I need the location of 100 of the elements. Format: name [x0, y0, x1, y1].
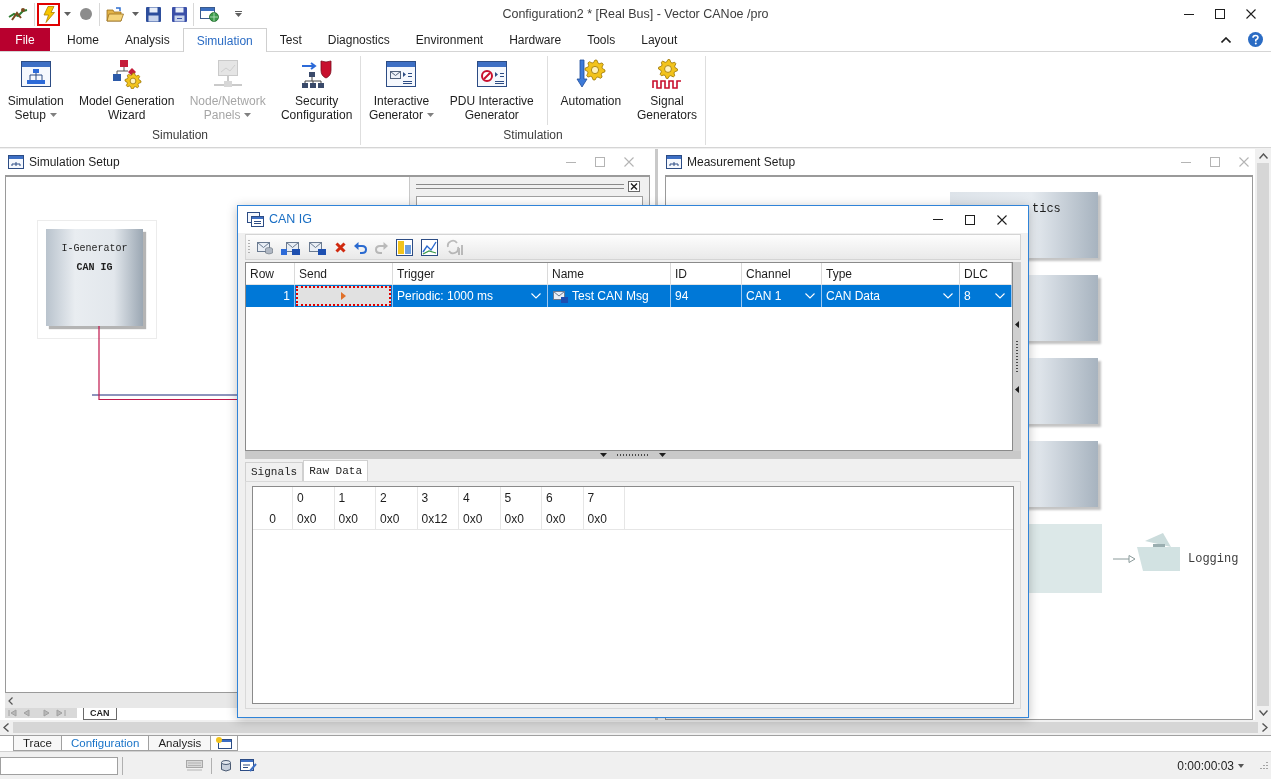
network-window-icon: [20, 61, 51, 87]
window-panel-icon[interactable]: [396, 238, 413, 256]
scroll-down-icon[interactable]: [1258, 710, 1268, 716]
generator-block[interactable]: I-Generator CAN IG: [46, 229, 143, 326]
maximize-icon[interactable]: [965, 214, 975, 225]
new-window-icon[interactable]: [216, 737, 233, 749]
table-cell: 0x0: [499, 508, 541, 529]
vertical-splitter[interactable]: [1013, 262, 1021, 451]
table-row[interactable]: 1 Periodic: 1000 ms Test CAN Msg 94 CAN 1 CAN Data 8: [246, 285, 1012, 307]
group-label: Stimulation: [503, 127, 563, 145]
scroll-right-icon[interactable]: [1262, 723, 1268, 732]
detail-tab[interactable]: Raw Data: [303, 460, 369, 481]
chevron-down-icon[interactable]: [805, 293, 815, 299]
table-cell: 0x0: [458, 508, 500, 529]
send-button[interactable]: [296, 286, 391, 306]
ribbon-tab[interactable]: Home: [54, 28, 112, 51]
figure-icon: [8, 7, 28, 21]
time-display: 0:00:00:03: [1177, 757, 1234, 775]
input-field[interactable]: [0, 756, 118, 775]
diagram-gear-icon: [111, 59, 142, 89]
file-tab[interactable]: File: [0, 28, 50, 51]
resize-grip-icon: [1258, 760, 1268, 771]
ribbon-button[interactable]: Security Configuration: [277, 56, 356, 126]
caret-icon[interactable]: [1238, 763, 1244, 768]
envelope-tag-icon[interactable]: [281, 239, 301, 255]
play-icon: [341, 292, 346, 300]
maximize-icon[interactable]: [1214, 9, 1225, 19]
bottom-tab[interactable]: Analysis: [148, 736, 212, 751]
window-title: CAN IG: [269, 211, 313, 229]
toolbar-button[interactable]: [37, 2, 60, 26]
column-header[interactable]: Row: [246, 263, 295, 284]
help-icon[interactable]: [1248, 32, 1263, 47]
envelope-icon[interactable]: [257, 239, 273, 255]
ribbon-tab[interactable]: Diagnostics: [314, 28, 403, 51]
dropdown[interactable]: CAN 1: [742, 285, 822, 307]
ribbon-button[interactable]: Automation: [557, 56, 625, 126]
dropdown[interactable]: 8: [960, 285, 1012, 307]
bottom-tab[interactable]: Configuration: [61, 736, 150, 751]
ribbon-button[interactable]: Model Generation Wizard: [75, 56, 178, 126]
ribbon-tab[interactable]: Simulation: [182, 28, 267, 52]
collapse-icon[interactable]: [1221, 36, 1231, 43]
ribbon-tab[interactable]: Hardware: [496, 28, 575, 51]
scroll-up-icon[interactable]: [1258, 153, 1268, 159]
pane-title: Measurement Setup: [687, 154, 796, 171]
bottom-tab[interactable]: Trace: [13, 736, 62, 751]
column-header[interactable]: DLC: [960, 263, 1012, 284]
minimize-icon[interactable]: [1183, 13, 1194, 15]
close-icon[interactable]: [1245, 9, 1256, 19]
column-header: 2: [375, 487, 417, 508]
ribbon-tab[interactable]: Test: [266, 28, 315, 51]
chevron-down-icon[interactable]: [943, 293, 953, 299]
bus-tab[interactable]: CAN: [83, 708, 117, 720]
window-list-icon: [247, 212, 264, 227]
table-cell: 0x0: [541, 508, 583, 529]
detail-tab[interactable]: Signals: [245, 462, 304, 481]
column-header[interactable]: Send: [295, 263, 393, 284]
table-cell: 0x12: [416, 508, 458, 529]
grip-icon: [600, 453, 666, 457]
ribbon-tab[interactable]: Analysis: [112, 28, 183, 51]
scroll-left-icon[interactable]: [3, 723, 9, 732]
ribbon-tab[interactable]: Environment: [402, 28, 497, 51]
ribbon-tab[interactable]: Tools: [574, 28, 629, 51]
ribbon-button[interactable]: Signal Generators: [634, 56, 700, 126]
ribbon-button[interactable]: Simulation Setup: [4, 56, 67, 126]
delete-icon[interactable]: [335, 241, 346, 253]
ribbon-button[interactable]: PDU Interactive Generator: [446, 56, 537, 126]
column-header[interactable]: Channel: [742, 263, 822, 284]
horizontal-scrollbar[interactable]: [0, 720, 1271, 735]
close-icon[interactable]: [628, 180, 640, 192]
ribbon-button[interactable]: Interactive Generator: [365, 56, 437, 126]
chevron-down-icon[interactable]: [995, 293, 1005, 299]
envelope-tag-icon: [553, 289, 568, 303]
caret-icon[interactable]: [64, 12, 71, 16]
window-edit-icon: [240, 759, 257, 772]
dropdown[interactable]: Periodic: 1000 ms: [393, 285, 548, 307]
grip-icon: [1015, 320, 1019, 393]
column-header: 1: [333, 487, 375, 508]
column-header[interactable]: Name: [548, 263, 671, 284]
table-cell-text: Test CAN Msg: [572, 288, 649, 305]
column-header[interactable]: ID: [671, 263, 742, 284]
table-cell: 0x0: [582, 508, 624, 529]
network-shield-icon: [301, 59, 333, 89]
table-cell: 0x0: [375, 508, 417, 529]
database-icon: [221, 759, 231, 772]
table-cell: 0x0: [333, 508, 375, 529]
ribbon-tab[interactable]: Layout: [628, 28, 691, 51]
customize-icon[interactable]: [235, 11, 242, 17]
chart-window-icon[interactable]: [421, 238, 438, 256]
envelope-tag-icon[interactable]: [309, 239, 327, 255]
window-network-icon: [666, 155, 682, 169]
window-title: Configuration2 * [Real Bus] - Vector CANoe /pro: [502, 5, 769, 23]
column-header[interactable]: Type: [822, 263, 960, 284]
close-icon[interactable]: [997, 214, 1007, 225]
column-header[interactable]: Trigger: [393, 263, 548, 284]
dropdown[interactable]: CAN Data: [822, 285, 960, 307]
caret-icon[interactable]: [132, 12, 139, 16]
undo-icon[interactable]: [354, 240, 367, 254]
scroll-left-icon[interactable]: [8, 696, 13, 705]
lightning-icon: [42, 5, 55, 23]
chevron-down-icon[interactable]: [531, 293, 541, 299]
